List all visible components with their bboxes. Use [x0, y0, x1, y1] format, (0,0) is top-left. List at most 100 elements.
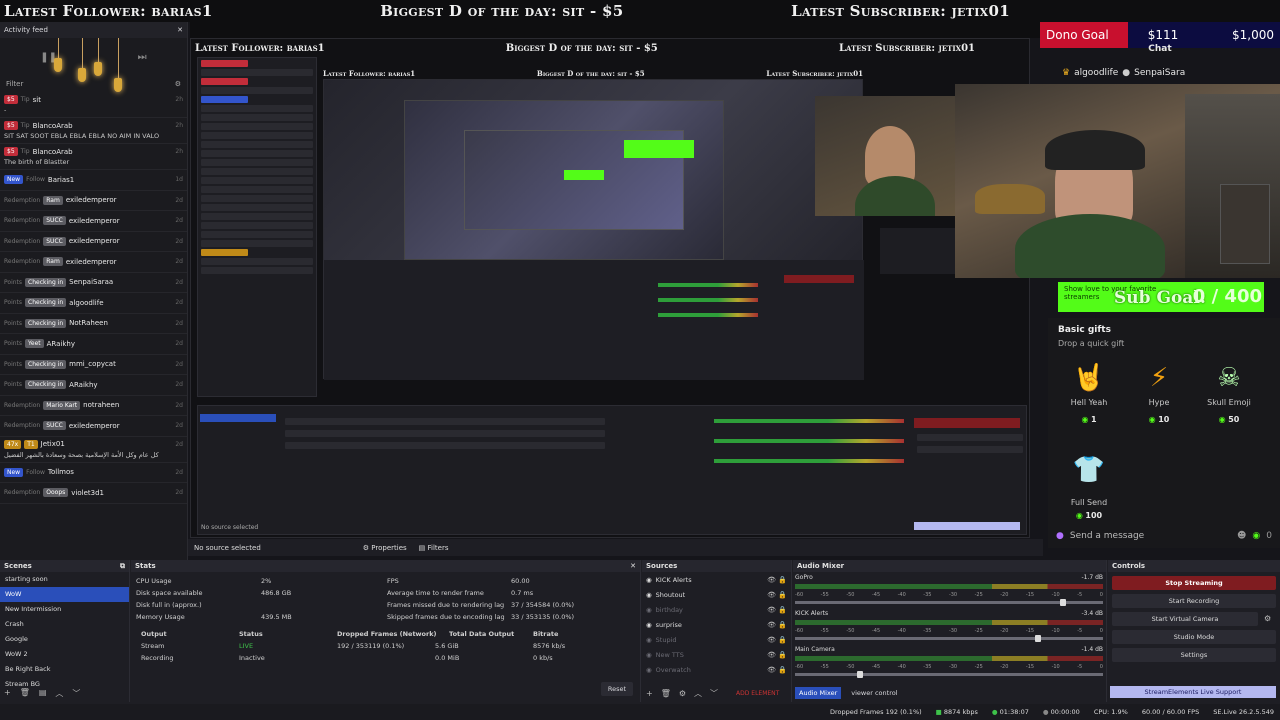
- feed-user[interactable]: exiledemperor: [69, 422, 120, 430]
- source-item[interactable]: ◉ New TTS 👁 🔒: [642, 647, 791, 662]
- visibility-lock-icon[interactable]: 👁 🔒: [767, 636, 787, 644]
- scene-item[interactable]: New Intermission: [0, 602, 129, 617]
- studio-mode-button[interactable]: Studio Mode: [1112, 630, 1276, 644]
- feed-type: Checking in: [25, 298, 67, 308]
- tab-viewer-control[interactable]: viewer control: [847, 687, 901, 699]
- start-recording-button[interactable]: Start Recording: [1112, 594, 1276, 608]
- fader-knob[interactable]: [856, 671, 863, 678]
- feed-filter[interactable]: Filter ⚙: [0, 76, 187, 92]
- up-icon[interactable]: ︿: [694, 688, 702, 699]
- feed-user[interactable]: BlancoArab: [33, 122, 73, 130]
- scene-item[interactable]: Google: [0, 632, 129, 647]
- feed-user[interactable]: Barias1: [48, 176, 74, 184]
- chat-input[interactable]: Send a message: [1070, 531, 1231, 541]
- feed-item: 47x T1 Jetix01 2d كل عام وكل الأمة الإسلامية…: [0, 437, 187, 463]
- visibility-lock-icon[interactable]: 👁 🔒: [767, 666, 787, 674]
- nested-latest-follower-2: Latest Follower: barias1: [323, 69, 416, 78]
- feed-user[interactable]: exiledemperor: [69, 237, 120, 245]
- tick-label: -40: [897, 664, 906, 670]
- filters-button[interactable]: ▤ Filters: [419, 544, 449, 552]
- volume-fader[interactable]: [795, 671, 1103, 678]
- feed-type: Yeet: [25, 339, 44, 349]
- reset-button[interactable]: Reset: [601, 682, 633, 696]
- gear-icon[interactable]: ⚙: [679, 689, 686, 698]
- visibility-lock-icon[interactable]: 👁 🔒: [767, 606, 787, 614]
- source-item[interactable]: ◉ Stupid 👁 🔒: [642, 632, 791, 647]
- feed-user[interactable]: notraheen: [83, 401, 119, 409]
- feed-user[interactable]: exiledemperor: [66, 196, 117, 204]
- close-icon[interactable]: ✕: [177, 26, 183, 34]
- start-virtual-camera-button[interactable]: Start Virtual Camera: [1112, 612, 1258, 626]
- gift-hell-yeah[interactable]: 🤘 Hell Yeah ◉ 1: [1054, 360, 1124, 424]
- volume-fader[interactable]: [795, 635, 1103, 642]
- feed-user[interactable]: ARaikhy: [47, 340, 75, 348]
- mixer-tabs: Audio Mixer viewer control: [795, 687, 902, 699]
- fader-knob[interactable]: [1059, 599, 1066, 606]
- scene-item[interactable]: WoW 2: [0, 647, 129, 662]
- source-item[interactable]: ◉ Shoutout 👁 🔒: [642, 587, 791, 602]
- feed-user[interactable]: exiledemperor: [66, 258, 117, 266]
- trash-icon[interactable]: 🗑: [20, 688, 30, 699]
- feed-user[interactable]: violet3d1: [71, 489, 104, 497]
- mic-icon[interactable]: ●: [1056, 531, 1064, 541]
- popout-icon[interactable]: ⧉: [120, 562, 125, 570]
- source-item[interactable]: ◉ surprise 👁 🔒: [642, 617, 791, 632]
- feed-user[interactable]: mmi_copycat: [69, 360, 116, 368]
- trash-icon[interactable]: 🗑: [661, 689, 671, 698]
- feed-user[interactable]: algoodlife: [69, 299, 103, 307]
- feed-user[interactable]: ARaikhy: [69, 381, 97, 389]
- top-banner: Latest Follower: barias1 Biggest D of th…: [0, 0, 1040, 22]
- source-item[interactable]: ◉ birthday 👁 🔒: [642, 602, 791, 617]
- rec-time: ● 00:00:00: [1042, 708, 1080, 716]
- stop-streaming-button[interactable]: Stop Streaming: [1112, 576, 1276, 590]
- tick-label: -50: [846, 664, 855, 670]
- feed-tag: Points: [4, 278, 23, 286]
- feed-user[interactable]: Tollmos: [48, 468, 74, 476]
- streamelements-support-button[interactable]: StreamElements Live Support: [1110, 686, 1276, 698]
- tick-label: -5: [1077, 592, 1083, 598]
- visibility-lock-icon[interactable]: 👁 🔒: [767, 591, 787, 599]
- feed-item: $5 Tip sit 2h -: [0, 92, 187, 118]
- add-element-button[interactable]: ADD ELEMENT: [736, 690, 779, 697]
- tick-label: -35: [923, 664, 932, 670]
- stat-value: 60.00: [511, 577, 530, 585]
- scene-item[interactable]: Stream BG: [0, 677, 129, 686]
- gift-skull-emoji[interactable]: ☠ Skull Emoji ◉ 50: [1194, 360, 1264, 424]
- visibility-lock-icon[interactable]: 👁 🔒: [767, 651, 787, 659]
- scene-item[interactable]: WoW: [0, 587, 129, 602]
- source-item[interactable]: ◉ Overwatch 👁 🔒: [642, 662, 791, 677]
- up-icon[interactable]: ︿: [55, 688, 63, 699]
- filter-icon[interactable]: ▤: [39, 688, 47, 699]
- gear-icon[interactable]: ⚙: [175, 80, 181, 88]
- chat-user[interactable]: SenpaiSara: [1134, 68, 1185, 78]
- visibility-lock-icon[interactable]: 👁 🔒: [767, 621, 787, 629]
- feed-user[interactable]: Jetix01: [41, 440, 65, 448]
- settings-button[interactable]: Settings: [1112, 648, 1276, 662]
- emoji-icon[interactable]: ☻: [1237, 531, 1246, 541]
- scene-item[interactable]: Crash: [0, 617, 129, 632]
- down-icon[interactable]: ﹀: [72, 688, 80, 699]
- source-item[interactable]: ◉ KICK Alerts 👁 🔒: [642, 572, 791, 587]
- scene-item[interactable]: Be Right Back: [0, 662, 129, 677]
- tab-audio-mixer[interactable]: Audio Mixer: [795, 687, 842, 699]
- skip-icon[interactable]: ⏭: [138, 52, 147, 63]
- feed-user[interactable]: exiledemperor: [69, 217, 120, 225]
- gift-full-send[interactable]: 👕 Full Send ◉ 100: [1054, 452, 1124, 520]
- gear-icon[interactable]: ⚙: [1264, 614, 1271, 623]
- down-icon[interactable]: ﹀: [710, 688, 718, 699]
- feed-user[interactable]: sit: [33, 96, 41, 104]
- fader-knob[interactable]: [1035, 635, 1042, 642]
- add-icon[interactable]: +: [646, 689, 653, 698]
- chat-user[interactable]: algoodlife: [1074, 68, 1118, 78]
- feed-user[interactable]: BlancoArab: [33, 148, 73, 156]
- close-icon[interactable]: ✕: [630, 562, 636, 570]
- volume-fader[interactable]: [795, 599, 1103, 606]
- feed-user[interactable]: NotRaheen: [69, 319, 108, 327]
- lantern-string: [118, 38, 119, 78]
- properties-button[interactable]: ⚙ Properties: [363, 544, 407, 552]
- add-icon[interactable]: +: [4, 688, 11, 699]
- visibility-lock-icon[interactable]: 👁 🔒: [767, 576, 787, 584]
- feed-user[interactable]: SenpaiSaraa: [69, 278, 113, 286]
- gift-hype[interactable]: ⚡ Hype ◉ 10: [1124, 360, 1194, 424]
- scene-item[interactable]: starting soon: [0, 572, 129, 587]
